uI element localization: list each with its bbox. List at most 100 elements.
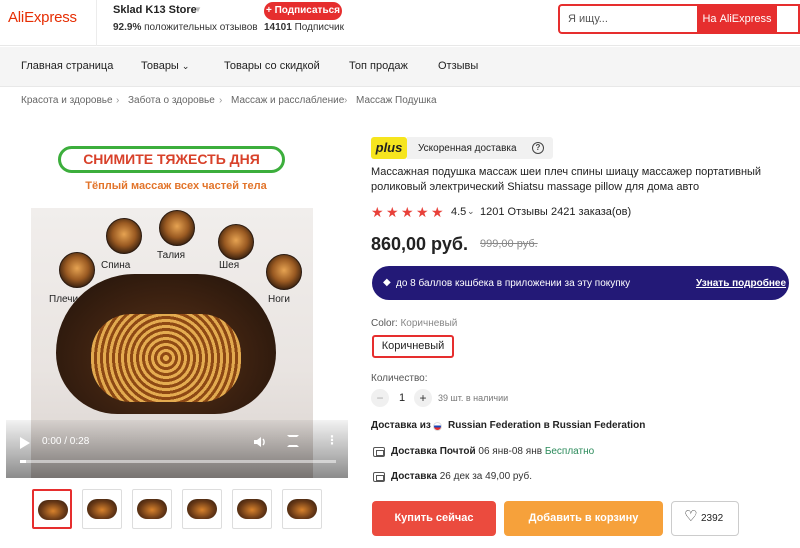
plus-badge: plus [371,137,407,159]
video-progress[interactable] [20,460,336,463]
chevron-right-icon: › [219,95,223,106]
delivery-courier-detail: 26 дек за 49,00 руб. [439,471,532,482]
spot-label: Талия [157,250,186,261]
thumbnail[interactable] [82,489,122,529]
breadcrumb-item[interactable]: Забота о здоровье [128,95,215,106]
thumbnail[interactable] [232,489,272,529]
delivery-icon [373,447,385,457]
nav-item-home[interactable]: Главная страница [21,60,113,72]
massage-point-icon [59,252,95,288]
spot-label: Шея [219,260,240,271]
thumbnail[interactable] [32,489,72,529]
followers: 14101 Подписчик [264,22,344,33]
quantity-minus-button[interactable]: − [371,389,389,407]
spot-label: Ноги [268,294,291,305]
price: 860,00 руб. [371,234,468,254]
video-controls [6,420,348,478]
nav-item-top[interactable]: Топ продаж [349,60,408,72]
thumbnail-image [237,499,267,519]
quantity-plus-button[interactable]: + [414,389,432,407]
header: AliExpress Sklad K13 Store ▼ 92.9% полож… [0,0,800,46]
heart-icon[interactable]: ♡ [684,509,697,524]
header-divider [96,0,97,46]
spot-label: Спина [101,260,131,271]
reviews-count[interactable]: 1201 Отзывы [480,206,548,218]
nav-item-reviews[interactable]: Отзывы [438,60,478,72]
more-icon[interactable]: ⋮ [326,433,338,447]
chevron-right-icon: › [116,95,120,106]
massage-point-icon [266,254,302,290]
delivery-icon [373,472,385,482]
massage-point-icon [106,218,142,254]
quantity-label: Количество: [371,373,428,384]
positive-pct: 92.9% [113,22,142,33]
fast-delivery-text: Ускоренная доставка [418,143,517,154]
promo-banner: СНИМИТЕ ТЯЖЕСТЬ ДНЯ [58,146,285,173]
video-time: 0:00 / 0:28 [42,436,90,447]
cashback-icon: ◆ [383,277,391,288]
play-icon[interactable] [20,437,30,449]
product-video[interactable]: СНИМИТЕ ТЯЖЕСТЬ ДНЯ Тёплый массаж всех ч… [6,124,348,478]
chevron-down-icon[interactable]: ▼ [194,5,202,14]
massage-point-icon [159,210,195,246]
thumbnail-image [38,500,68,520]
rating-value[interactable]: 4.5 [451,206,466,218]
product-title: Массажная подушка массаж шеи плеч спины … [371,166,762,193]
old-price: 999,00 руб. [480,238,538,250]
help-icon[interactable]: ? [532,142,544,154]
thumbnail[interactable] [132,489,172,529]
buy-now-button[interactable]: Купить сейчас [372,501,496,536]
delivery-option-post[interactable]: Доставка Почтой 06 янв-08 янв Бесплатно [391,446,594,457]
ship-from-label: Доставка из [371,420,431,431]
star-icon: ★ [401,204,414,220]
promo-subtitle: Тёплый массаж всех частей тела [85,180,267,192]
delivery-courier-label: Доставка [391,471,437,482]
quantity-value[interactable]: 1 [392,392,412,404]
store-rating: 92.9% положительных отзывов [113,22,258,33]
breadcrumb-item[interactable]: Красота и здоровье [21,95,113,106]
russia-flag-icon [433,422,442,431]
color-label: Color: Коричневый [371,318,457,329]
search-box-end [777,4,800,34]
delivery-post-price: Бесплатно [544,446,595,457]
color-option-brown[interactable]: Коричневый [372,335,454,358]
video-progress-fill [20,460,27,463]
star-icon: ★ [416,204,429,220]
delivery-option-courier[interactable]: Доставка 26 дек за 49,00 руб. [391,471,532,482]
stock-text: 39 шт. в наличии [438,393,509,403]
search-input[interactable] [568,5,696,33]
thumbnail[interactable] [282,489,322,529]
color-label-key: Color: [371,318,398,329]
aliexpress-logo[interactable]: AliExpress [8,9,77,26]
add-to-cart-button[interactable]: Добавить в корзину [504,501,663,536]
followers-label: Подписчик [294,22,345,33]
nav-item-products[interactable]: Товары ⌄ [141,60,189,72]
rating-stars: ★ ★ ★ ★ ★ [371,205,447,219]
ship-country: Russian Federation в Russian Federation [448,420,646,431]
massage-point-icon [218,224,254,260]
followers-count: 14101 [264,22,292,33]
breadcrumb-item[interactable]: Массаж Подушка [356,95,437,106]
delivery-post-label: Доставка Почтой [391,446,476,457]
breadcrumb-item[interactable]: Массаж и расслабление [231,95,344,106]
store-nav: Главная страница Товары ⌄ Товары со скид… [0,47,800,87]
volume-icon[interactable] [253,435,267,449]
thumbnail[interactable] [182,489,222,529]
thumbnail-image [187,499,217,519]
wishlist-count: 2392 [701,513,724,524]
chevron-down-icon: ⌄ [181,61,190,71]
cashback-text: до 8 баллов кэшбека в приложении за эту … [396,278,631,289]
orders-count: 2421 заказа(ов) [551,206,632,218]
subscribe-button[interactable]: + Подписаться [264,2,342,20]
fullscreen-icon[interactable] [287,435,299,447]
star-icon: ★ [386,204,399,220]
learn-more-link[interactable]: Узнать подробнее [696,278,786,289]
nav-item-sale[interactable]: Товары со скидкой [224,60,320,72]
color-value: Коричневый [400,318,458,329]
search-button[interactable]: На AliExpress [697,4,777,34]
star-icon: ★ [371,204,384,220]
pillow-glow [91,314,241,402]
store-name[interactable]: Sklad K13 Store [113,4,197,16]
positive-label: положительных отзывов [144,22,258,33]
chevron-down-icon[interactable]: ⌄ [467,206,475,217]
